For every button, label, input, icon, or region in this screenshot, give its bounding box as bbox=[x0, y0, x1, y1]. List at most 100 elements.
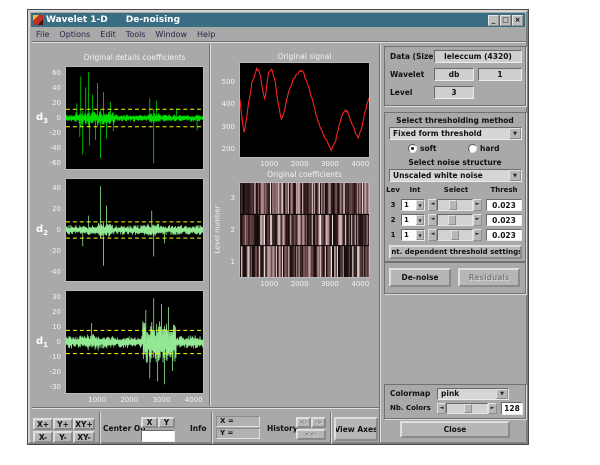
zoom-xy-minus-button[interactable]: XY- bbox=[73, 431, 95, 443]
slider-left-arrow-icon[interactable]: ◄ bbox=[437, 403, 446, 414]
menu-bar: File Options Edit Tools Window Help bbox=[31, 28, 525, 40]
original-signal-title: Original signal bbox=[277, 52, 332, 61]
slider-left-arrow-icon[interactable]: ◄ bbox=[428, 229, 437, 241]
hard-radio-label[interactable]: hard bbox=[480, 144, 499, 153]
slider-track[interactable] bbox=[437, 214, 473, 226]
threshold-method-select[interactable]: Fixed form threshold ▼ bbox=[389, 127, 522, 140]
row2-threshold-slider[interactable]: ◄ ► bbox=[428, 214, 482, 226]
window-titlebar[interactable]: Wavelet 1-D De-noising _ □ × bbox=[31, 13, 525, 27]
axis-tick-label: 3000 bbox=[321, 280, 339, 288]
original-signal-plot[interactable] bbox=[239, 62, 370, 158]
desktop: Wavelet 1-D De-noising _ □ × File Option… bbox=[0, 0, 600, 465]
chevron-down-icon[interactable]: ▼ bbox=[416, 230, 424, 240]
menu-tools[interactable]: Tools bbox=[121, 30, 151, 39]
menu-options[interactable]: Options bbox=[54, 30, 95, 39]
nb-colors-label: Nb. Colors bbox=[390, 404, 431, 412]
slider-right-arrow-icon[interactable]: ► bbox=[473, 229, 482, 241]
menu-help[interactable]: Help bbox=[192, 30, 220, 39]
chevron-down-icon[interactable]: ▼ bbox=[416, 215, 424, 225]
center-x-button[interactable]: X bbox=[141, 417, 158, 428]
coordinate-x-display: X = bbox=[216, 416, 260, 427]
row3-threshold-slider[interactable]: ◄ ► bbox=[428, 199, 482, 211]
d1-axis-label: d1 bbox=[36, 336, 48, 349]
axis-tick-label: -40 bbox=[49, 267, 61, 276]
d1-axis-label-sub: 1 bbox=[43, 341, 49, 349]
slider-left-arrow-icon[interactable]: ◄ bbox=[428, 214, 437, 226]
hard-radio[interactable] bbox=[468, 144, 477, 153]
col-header-thresh: Thresh bbox=[490, 186, 518, 194]
row2-level: 2 bbox=[390, 216, 396, 224]
view-axes-button[interactable]: View Axes bbox=[334, 417, 378, 441]
close-window-button[interactable]: × bbox=[512, 14, 523, 26]
row3-threshold-value[interactable]: 0.023 bbox=[486, 199, 522, 211]
chevron-down-icon[interactable]: ▼ bbox=[509, 128, 521, 139]
row1-threshold-slider[interactable]: ◄ ► bbox=[428, 229, 482, 241]
zoom-x-plus-button[interactable]: X+ bbox=[33, 418, 53, 430]
denoise-button[interactable]: De-noise bbox=[389, 268, 451, 287]
history-reset-button[interactable]: <<- bbox=[296, 429, 326, 440]
axis-tick-label: 4000 bbox=[351, 160, 370, 168]
d2-axis-label: d2 bbox=[36, 224, 48, 237]
slider-thumb[interactable] bbox=[447, 215, 456, 225]
slider-track[interactable] bbox=[437, 229, 473, 241]
slider-thumb[interactable] bbox=[463, 404, 472, 413]
zoom-y-plus-button[interactable]: Y+ bbox=[53, 418, 73, 430]
center-on-input[interactable] bbox=[141, 430, 175, 442]
close-button[interactable]: Close bbox=[400, 421, 510, 438]
slider-right-arrow-icon[interactable]: ► bbox=[488, 403, 497, 414]
row1-interval-select[interactable]: 1 ▼ bbox=[401, 229, 425, 241]
menu-file[interactable]: File bbox=[31, 30, 54, 39]
axis-tick-label: 2 bbox=[230, 226, 235, 234]
d1-coefficients-plot[interactable] bbox=[65, 290, 204, 394]
slider-right-arrow-icon[interactable]: ► bbox=[473, 199, 482, 211]
slider-thumb[interactable] bbox=[449, 200, 458, 210]
colormap-select[interactable]: pink ▼ bbox=[437, 388, 509, 400]
minimize-button[interactable]: _ bbox=[488, 14, 499, 26]
axis-tick-label: 2000 bbox=[120, 396, 139, 404]
colormap-value: pink bbox=[441, 389, 460, 398]
noise-structure-value: Unscaled white noise bbox=[393, 171, 483, 180]
maximize-button[interactable]: □ bbox=[500, 14, 511, 26]
center-y-button[interactable]: Y bbox=[158, 417, 175, 428]
row1-threshold-value[interactable]: 0.023 bbox=[486, 229, 522, 241]
d3-coefficients-plot[interactable] bbox=[65, 66, 204, 170]
d2-axis-label-sub: 2 bbox=[43, 229, 49, 237]
window-controls: _ □ × bbox=[488, 14, 525, 26]
nb-colors-slider[interactable]: ◄ ► bbox=[437, 403, 497, 414]
original-coefficients-title: Original coefficients bbox=[267, 170, 342, 179]
row3-interval-value: 1 bbox=[404, 201, 409, 209]
axis-tick-label: 1000 bbox=[88, 396, 107, 404]
slider-left-arrow-icon[interactable]: ◄ bbox=[428, 199, 437, 211]
chevron-down-icon[interactable]: ▼ bbox=[509, 170, 521, 181]
row2-interval-select[interactable]: 1 ▼ bbox=[401, 214, 425, 226]
slider-right-arrow-icon[interactable]: ► bbox=[473, 214, 482, 226]
noise-structure-select[interactable]: Unscaled white noise ▼ bbox=[389, 169, 522, 182]
residuals-button[interactable]: Residuals bbox=[458, 268, 520, 287]
coordinate-y-display: Y = bbox=[216, 428, 260, 439]
history-forward-button[interactable]: -> bbox=[311, 417, 326, 428]
menu-edit[interactable]: Edit bbox=[95, 30, 121, 39]
original-coefficients-plot[interactable] bbox=[239, 182, 370, 278]
int-dependent-threshold-button[interactable]: Int. dependent threshold settings bbox=[389, 245, 522, 259]
axis-tick-label: -40 bbox=[49, 143, 61, 152]
nb-colors-value[interactable]: 128 bbox=[501, 402, 523, 415]
axis-tick-label: 40 bbox=[52, 84, 61, 93]
history-back-button[interactable]: <- bbox=[296, 417, 311, 428]
soft-radio[interactable] bbox=[408, 144, 417, 153]
axis-tick-label: 3000 bbox=[152, 396, 171, 404]
zoom-xy-plus-button[interactable]: XY+ bbox=[73, 418, 95, 430]
slider-thumb[interactable] bbox=[450, 230, 459, 240]
divider bbox=[379, 44, 381, 442]
axis-tick-label: -10 bbox=[49, 352, 61, 361]
zoom-y-minus-button[interactable]: Y- bbox=[53, 431, 73, 443]
zoom-x-minus-button[interactable]: X- bbox=[33, 431, 53, 443]
d2-coefficients-plot[interactable] bbox=[65, 178, 204, 282]
menu-window[interactable]: Window bbox=[150, 30, 192, 39]
row2-threshold-value[interactable]: 0.023 bbox=[486, 214, 522, 226]
soft-radio-label[interactable]: soft bbox=[420, 144, 436, 153]
chevron-down-icon[interactable]: ▼ bbox=[496, 389, 508, 399]
chevron-down-icon[interactable]: ▼ bbox=[416, 200, 424, 210]
slider-track[interactable] bbox=[437, 199, 473, 211]
slider-track[interactable] bbox=[446, 403, 488, 414]
row3-interval-select[interactable]: 1 ▼ bbox=[401, 199, 425, 211]
